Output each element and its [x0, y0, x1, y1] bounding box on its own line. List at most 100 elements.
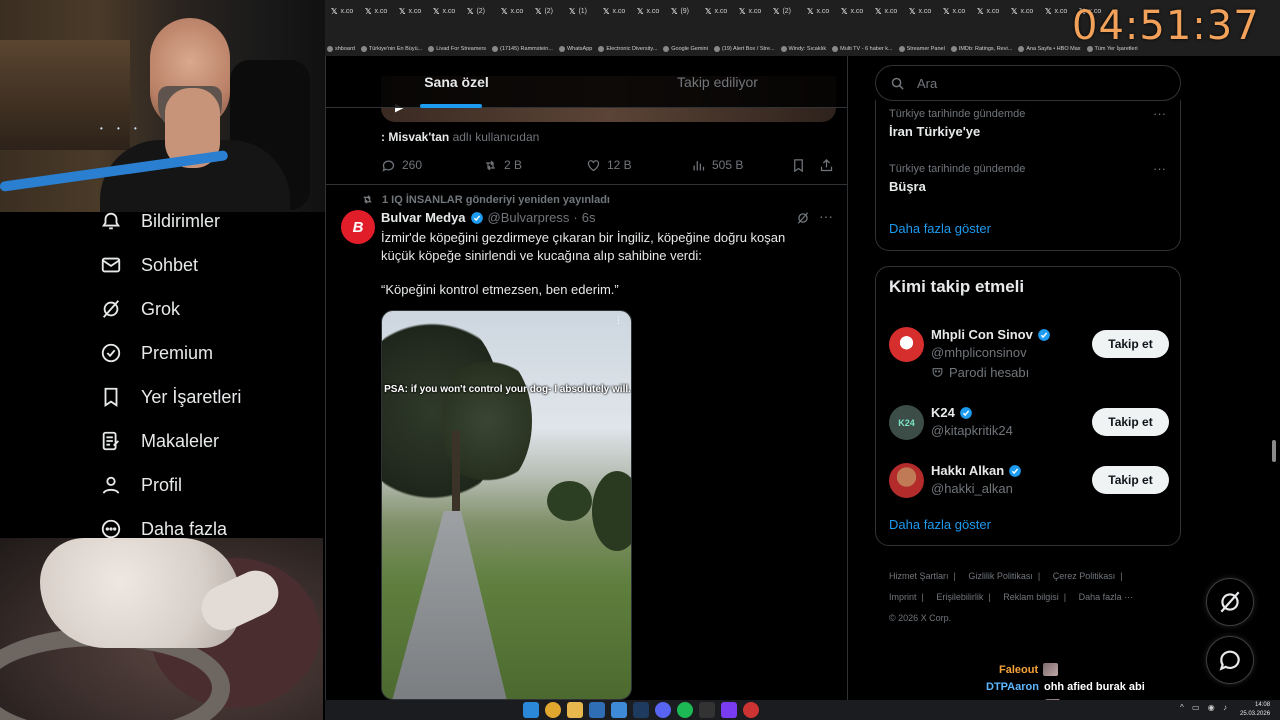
browser-tab[interactable]: 𝕏x.co — [393, 0, 427, 22]
post-author-avatar[interactable]: B — [341, 210, 375, 244]
discord-icon[interactable] — [655, 702, 671, 718]
suggested-account[interactable]: Hakkı Alkan @hakki_alkan Takip et — [889, 463, 1169, 513]
suggested-account[interactable]: K24 K24 @kitapkritik24 Takip et — [889, 405, 1169, 455]
imprint-link[interactable]: Imprint — [889, 592, 917, 602]
bookmark-item[interactable]: Google Gemini — [663, 46, 708, 52]
browser-tab[interactable]: 𝕏 (2) — [461, 0, 495, 22]
bookmark-button[interactable] — [791, 158, 806, 173]
follow-button[interactable]: Takip et — [1092, 408, 1169, 436]
search-input[interactable]: Ara — [875, 65, 1181, 101]
spotify-icon[interactable] — [677, 702, 693, 718]
folder-icon[interactable] — [567, 702, 583, 718]
browser-tab[interactable]: 𝕏 (2) — [529, 0, 563, 22]
account-avatar[interactable]: K24 — [889, 405, 924, 440]
post-timestamp[interactable]: 6s — [582, 210, 596, 225]
nav-bookmarks[interactable]: Yer İşaretleri — [100, 382, 241, 412]
nav-notifications[interactable]: Bildirimler — [100, 206, 220, 236]
browser-tab[interactable]: 𝕏x.co — [699, 0, 733, 22]
browser-tab[interactable]: 𝕏x.co — [1039, 0, 1073, 22]
follow-show-more-link[interactable]: Daha fazla göster — [889, 517, 991, 532]
bookmark-item[interactable]: Streamer Panel — [898, 46, 945, 52]
browser-tab[interactable]: 𝕏x.co — [733, 0, 767, 22]
browser-tab[interactable]: 𝕏x.co — [801, 0, 835, 22]
bookmark-item[interactable]: Livad For Streamers — [428, 46, 486, 52]
repost-indicator[interactable]: 1 IQ İNSANLAR gönderiyi yeniden yayınlad… — [361, 193, 610, 206]
nav-articles[interactable]: Makaleler — [100, 426, 219, 456]
account-avatar[interactable] — [889, 463, 924, 498]
bookmark-item[interactable]: (19) Alert Box / Stre... — [713, 46, 775, 52]
browser-tab[interactable]: 𝕏x.co — [597, 0, 631, 22]
browser-tab[interactable]: 𝕏x.co — [869, 0, 903, 22]
browser-tab[interactable]: 𝕏 (1) — [563, 0, 597, 22]
follow-button[interactable]: Takip et — [1092, 466, 1169, 494]
app-icon[interactable] — [721, 702, 737, 718]
account-name[interactable]: Mhpli Con Sinov — [931, 327, 1033, 342]
account-name[interactable]: K24 — [931, 405, 955, 420]
ads-info-link[interactable]: Reklam bilgisi — [1003, 592, 1059, 602]
post-video[interactable]: ⋮ PSA: if you won't control your dog- I … — [381, 310, 632, 700]
system-clock[interactable]: 14:08 25.03.2026 — [1240, 701, 1270, 719]
trend-item[interactable]: Türkiye tarihinde gündemde İran Türkiye'… — [889, 108, 1025, 139]
browser-tab[interactable]: 𝕏x.co — [631, 0, 665, 22]
grok-icon[interactable] — [796, 211, 810, 225]
video-menu-icon[interactable]: ⋮ — [614, 315, 623, 326]
browser-tab[interactable]: 𝕏x.co — [427, 0, 461, 22]
browser-tab[interactable]: 𝕏x.co — [1005, 0, 1039, 22]
follow-button[interactable]: Takip et — [1092, 330, 1169, 358]
tab-for-you[interactable]: Sana özel — [326, 56, 587, 108]
like-button[interactable]: 12 B — [586, 158, 632, 173]
terms-link[interactable]: Hizmet Şartları — [889, 571, 949, 581]
start-icon[interactable] — [523, 702, 539, 718]
obs-icon[interactable] — [743, 702, 759, 718]
browser-tab[interactable]: 𝕏x.co — [359, 0, 393, 22]
messages-fab-button[interactable] — [1206, 636, 1254, 684]
bookmark-item[interactable]: Multi TV - 6 haber k... — [832, 46, 893, 52]
views-button[interactable]: 505 B — [691, 158, 743, 173]
trend-more-icon[interactable]: ··· — [1153, 106, 1166, 121]
footer-more-link[interactable]: Daha fazla ··· — [1079, 592, 1134, 602]
suggested-account[interactable]: Mhpli Con Sinov @mhpliconsinov Parodi he… — [889, 327, 1169, 380]
bookmark-item[interactable]: Türkiye'nin En Büyü... — [360, 46, 422, 52]
bookmark-item[interactable]: shboard — [327, 46, 355, 52]
account-name[interactable]: Hakkı Alkan — [931, 463, 1004, 478]
trend-more-icon[interactable]: ··· — [1153, 161, 1166, 176]
browser-tab[interactable]: 𝕏x.co — [971, 0, 1005, 22]
browser-tab[interactable]: 𝕏x.co — [937, 0, 971, 22]
browser-tab[interactable]: 𝕏x.co — [325, 0, 359, 22]
browser-tab[interactable]: 𝕏x.co — [495, 0, 529, 22]
bookmark-item[interactable]: Windy: Sıcaklık — [780, 46, 826, 52]
tab-following[interactable]: Takip ediliyor — [587, 56, 847, 108]
nav-premium[interactable]: Premium — [100, 338, 213, 368]
system-tray-icons[interactable]: ^ ▭ ◉ ♪ — [1180, 703, 1230, 712]
trend-item[interactable]: Türkiye tarihinde gündemde Büşra — [889, 163, 1025, 194]
nav-profile[interactable]: Profil — [100, 470, 182, 500]
privacy-link[interactable]: Gizlilik Politikası — [968, 571, 1033, 581]
post-more-icon[interactable]: ··· — [819, 208, 833, 224]
bookmark-item[interactable]: WhatsApp — [558, 46, 592, 52]
caption-source[interactable]: : Misvak'tan — [381, 130, 449, 144]
accessibility-link[interactable]: Erişilebilirlik — [936, 592, 983, 602]
browser-tab[interactable]: 𝕏 (2) — [767, 0, 801, 22]
cookies-link[interactable]: Çerez Politikası — [1053, 571, 1116, 581]
browser-tab[interactable]: 𝕏x.co — [903, 0, 937, 22]
app-icon[interactable] — [589, 702, 605, 718]
bookmark-item[interactable]: Electronic Diversity... — [598, 46, 657, 52]
reply-button[interactable]: 260 — [381, 158, 422, 173]
account-avatar[interactable] — [889, 327, 924, 362]
page-scrollbar[interactable] — [1272, 440, 1276, 462]
epic-games-icon[interactable] — [699, 702, 715, 718]
post-author-name[interactable]: Bulvar Medya — [381, 210, 466, 225]
browser-tab[interactable]: 𝕏 (9) — [665, 0, 699, 22]
chrome-icon[interactable] — [545, 702, 561, 718]
trends-show-more-link[interactable]: Daha fazla göster — [889, 221, 991, 236]
browser-tab[interactable]: 𝕏x.co — [835, 0, 869, 22]
bookmark-item[interactable]: (17145) Rammstein... — [492, 46, 553, 52]
post-author-handle[interactable]: @Bulvarpress — [488, 210, 570, 225]
repost-button[interactable]: 2 B — [483, 158, 522, 173]
grok-fab-button[interactable] — [1206, 578, 1254, 626]
share-button[interactable] — [819, 158, 834, 173]
bookmark-item[interactable]: IMDb: Ratings, Revi... — [950, 46, 1012, 52]
nav-grok[interactable]: Grok — [100, 294, 180, 324]
app-icon[interactable] — [611, 702, 627, 718]
nav-messages[interactable]: Sohbet — [100, 250, 198, 280]
